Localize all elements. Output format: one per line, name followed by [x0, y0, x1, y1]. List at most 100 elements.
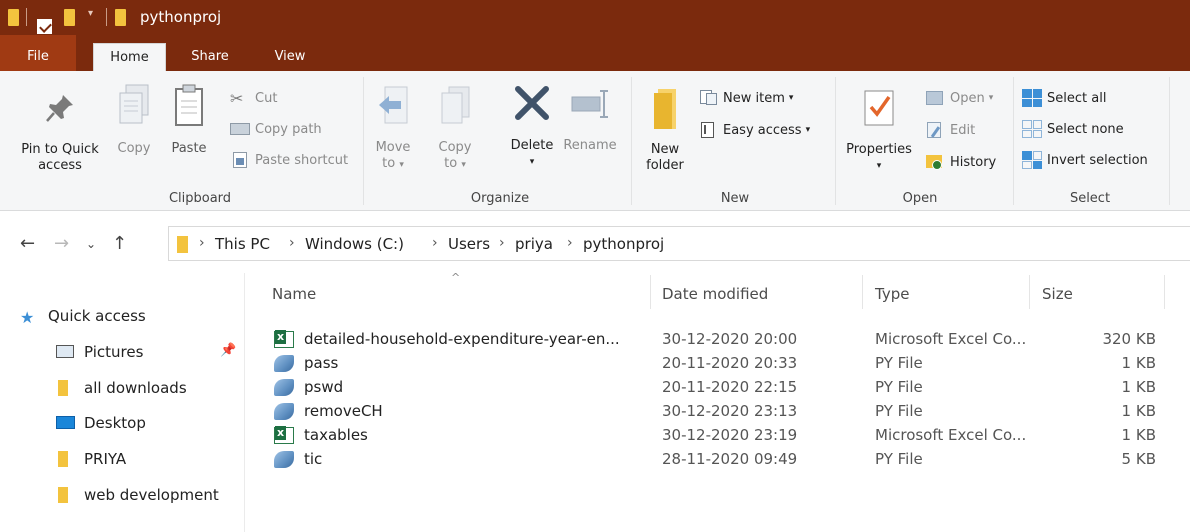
recent-locations-chevron-icon[interactable]: ⌄: [86, 237, 96, 251]
breadcrumb-priya[interactable]: priya: [515, 235, 553, 253]
breadcrumb-separator-icon[interactable]: ›: [499, 235, 505, 251]
file-row[interactable]: tic 28-11-2020 09:49 PY File 5 KB: [246, 447, 1190, 471]
file-row[interactable]: removeCH 30-12-2020 23:13 PY File 1 KB: [246, 399, 1190, 423]
python-icon: [274, 451, 294, 468]
select-none-label: Select none: [1047, 121, 1124, 137]
breadcrumb-pythonproj[interactable]: pythonproj: [583, 235, 664, 253]
clipboard-group-label: Clipboard: [168, 191, 232, 206]
new-folder-button[interactable]: New folder: [640, 85, 690, 174]
file-row[interactable]: pswd 20-11-2020 22:15 PY File 1 KB: [246, 375, 1190, 399]
cut-button[interactable]: ✂ Cut: [230, 87, 277, 109]
breadcrumb-separator-icon[interactable]: ›: [432, 235, 438, 251]
delete-label: Delete: [510, 138, 554, 153]
file-type: PY File: [875, 402, 923, 420]
file-name: detailed-household-expenditure-year-en..…: [304, 330, 620, 348]
select-all-button[interactable]: Select all: [1022, 87, 1106, 109]
rename-button[interactable]: Rename: [562, 83, 618, 154]
file-date-modified: 20-11-2020 22:15: [662, 378, 798, 396]
easy-access-button[interactable]: Easy access ▾: [698, 119, 810, 141]
new-folder-icon[interactable]: [64, 9, 75, 26]
navigation-pane: ★ Quick access Pictures 📌 all downloads …: [0, 273, 245, 532]
column-header-size[interactable]: Size: [1042, 285, 1073, 309]
breadcrumb-separator-icon[interactable]: ›: [199, 235, 205, 251]
properties-check-icon: [864, 90, 894, 126]
file-size: 320 KB: [1102, 330, 1156, 348]
copy-icon: [119, 84, 149, 124]
paste-shortcut-button[interactable]: Paste shortcut: [230, 149, 348, 171]
column-header-name[interactable]: Name: [272, 285, 316, 309]
breadcrumb-users[interactable]: Users: [448, 235, 490, 253]
copy-to-line2: to ▾: [444, 156, 466, 171]
select-all-label: Select all: [1047, 90, 1107, 106]
file-row[interactable]: pass 20-11-2020 20:33 PY File 1 KB: [246, 351, 1190, 375]
group-divider: [631, 77, 632, 205]
customize-quick-access-icon[interactable]: ▾: [88, 8, 93, 19]
edit-button[interactable]: Edit: [925, 119, 975, 141]
copy-path-icon: [230, 120, 250, 138]
tab-view[interactable]: View: [263, 43, 317, 71]
file-row[interactable]: detailed-household-expenditure-year-en..…: [246, 327, 1190, 351]
window-title: pythonproj: [140, 8, 222, 26]
pin-to-quick-access-button[interactable]: Pin to Quick access: [10, 91, 110, 174]
properties-dropdown-icon[interactable]: ▾: [842, 158, 916, 174]
paste-shortcut-label: Paste shortcut: [255, 152, 349, 168]
copy-to-button[interactable]: Copy to ▾: [434, 83, 476, 173]
breadcrumb-windows-c[interactable]: Windows (C:): [305, 235, 404, 253]
move-to-button[interactable]: Move to ▾: [372, 83, 414, 173]
back-arrow-icon[interactable]: ←: [20, 233, 35, 254]
column-divider[interactable]: [1164, 275, 1165, 309]
pin-icon[interactable]: 📌: [220, 343, 236, 358]
column-divider[interactable]: [650, 275, 651, 309]
breadcrumb-separator-icon[interactable]: ›: [567, 235, 573, 251]
nav-web-development[interactable]: web development: [56, 482, 219, 508]
delete-button[interactable]: Delete ▾: [505, 83, 559, 170]
new-folder-line1: New: [650, 142, 680, 157]
properties-label: Properties: [846, 142, 912, 157]
breadcrumb-separator-icon[interactable]: ›: [289, 235, 295, 251]
properties-check-icon[interactable]: [37, 19, 52, 34]
breadcrumb-this-pc[interactable]: This PC: [215, 235, 270, 253]
edit-icon: [925, 121, 945, 139]
file-date-modified: 30-12-2020 23:19: [662, 426, 798, 444]
easy-access-dropdown-icon: ▾: [805, 125, 811, 135]
scissors-icon: ✂: [230, 89, 244, 108]
desktop-icon: [56, 415, 76, 431]
up-arrow-icon[interactable]: ↑: [112, 233, 127, 254]
excel-icon: [274, 330, 294, 348]
edit-label: Edit: [950, 122, 976, 138]
copy-path-button[interactable]: Copy path: [230, 118, 322, 140]
column-divider[interactable]: [862, 275, 863, 309]
address-bar[interactable]: › This PC › Windows (C:) › Users › priya…: [168, 226, 1190, 261]
nav-web-development-label: web development: [84, 486, 219, 504]
open-dropdown-icon: ▾: [988, 93, 994, 103]
nav-desktop[interactable]: Desktop: [56, 410, 146, 436]
copy-to-icon: [441, 86, 470, 124]
python-icon: [274, 403, 294, 420]
nav-priya[interactable]: PRIYA: [56, 446, 126, 472]
delete-dropdown-icon[interactable]: ▾: [505, 154, 559, 170]
copy-button[interactable]: Copy: [112, 81, 156, 157]
paste-button[interactable]: Paste: [168, 81, 210, 157]
column-divider[interactable]: [1029, 275, 1030, 309]
invert-selection-button[interactable]: Invert selection: [1022, 149, 1148, 171]
new-item-button[interactable]: New item ▾: [698, 87, 793, 109]
open-button[interactable]: Open ▾: [925, 87, 993, 109]
column-header-type[interactable]: Type: [875, 285, 909, 309]
properties-button[interactable]: Properties ▾: [842, 85, 916, 174]
nav-quick-access[interactable]: ★ Quick access: [20, 303, 146, 329]
tab-share[interactable]: Share: [183, 43, 237, 71]
nav-all-downloads[interactable]: all downloads: [56, 375, 187, 401]
select-none-button[interactable]: Select none: [1022, 118, 1124, 140]
folder-icon: [654, 89, 676, 129]
excel-icon: [274, 426, 294, 444]
tab-home[interactable]: Home: [93, 43, 166, 71]
tab-file[interactable]: File: [0, 35, 76, 71]
history-button[interactable]: History: [925, 151, 996, 173]
column-header-date[interactable]: Date modified: [662, 285, 768, 309]
file-row[interactable]: taxables 30-12-2020 23:19 Microsoft Excel …: [246, 423, 1190, 447]
move-to-line1: Move: [375, 140, 411, 155]
paste-icon: [175, 84, 203, 126]
ribbon-tab-strip: File Home Share View: [0, 35, 1190, 71]
nav-pictures[interactable]: Pictures: [56, 339, 143, 365]
forward-arrow-icon[interactable]: →: [54, 233, 69, 254]
